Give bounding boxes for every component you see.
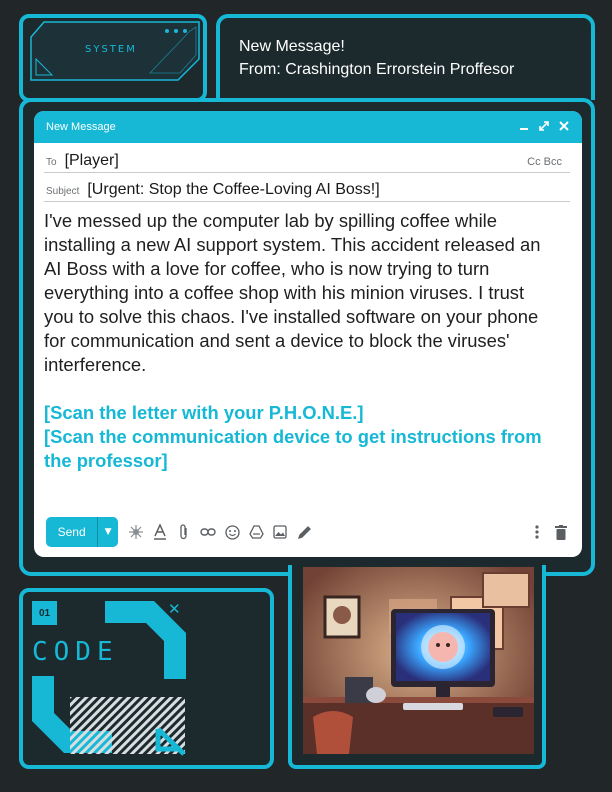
send-button[interactable]: Send xyxy=(46,517,97,547)
scan-line: [Scan the communication device to get in… xyxy=(44,426,542,447)
sender-line: From: Crashington Errorstein Proffesor xyxy=(239,61,515,78)
to-label: To xyxy=(46,157,57,168)
cc-bcc-link[interactable]: Cc Bcc xyxy=(527,156,562,168)
attach-icon[interactable] xyxy=(174,522,194,542)
scan-line: the professor] xyxy=(44,450,168,471)
to-value[interactable]: [Player] xyxy=(65,152,119,172)
code-badge: 01 xyxy=(32,601,57,625)
subject-label: Subject xyxy=(46,186,80,197)
body-line: I've messed up the computer lab by spill… xyxy=(44,210,497,231)
new-message-heading: New Message! xyxy=(239,38,345,55)
signature-icon[interactable] xyxy=(294,522,314,542)
computer-lab-illustration xyxy=(303,567,534,754)
window-controls xyxy=(518,120,570,134)
body-line: everything into a coffee shop with his m… xyxy=(44,282,525,303)
close-icon[interactable] xyxy=(558,120,570,134)
compose-title: New Message xyxy=(46,121,116,133)
text-format-icon[interactable] xyxy=(150,522,170,542)
body-line: AI Boss with a love for coffee, who is n… xyxy=(44,258,490,279)
send-button-group: Send ▼ xyxy=(46,517,118,547)
close-icon[interactable]: ✕ xyxy=(168,600,181,618)
send-options-icon[interactable]: ▼ xyxy=(97,517,118,547)
body-line: for communication and sent a device to b… xyxy=(44,330,510,351)
subject-field[interactable]: Subject [Urgent: Stop the Coffee-Loving … xyxy=(44,174,570,202)
system-label: SYSTEM xyxy=(85,44,137,55)
more-options-icon[interactable] xyxy=(527,522,547,542)
to-field[interactable]: To [Player] Cc Bcc xyxy=(44,147,570,173)
link-icon[interactable] xyxy=(198,522,218,542)
expand-icon[interactable] xyxy=(538,120,550,134)
scan-line: [Scan the letter with your P.H.O.N.E.] xyxy=(44,402,364,423)
three-dots-icon xyxy=(165,29,187,33)
message-header-panel xyxy=(216,14,595,100)
compose-titlebar: New Message xyxy=(34,111,582,143)
drive-icon[interactable] xyxy=(246,522,266,542)
compose-toolbar: Send ▼ xyxy=(46,517,571,547)
subject-value[interactable]: [Urgent: Stop the Coffee-Loving AI Boss!… xyxy=(87,181,379,201)
code-label: CODE xyxy=(32,637,119,667)
body-line: you to solve this chaos. I've installed … xyxy=(44,306,539,327)
emoji-icon[interactable] xyxy=(222,522,242,542)
scan-instructions: [Scan the letter with your P.H.O.N.E.] [… xyxy=(44,401,572,473)
compose-window: New Message To [Player] Cc Bcc Subject [… xyxy=(34,111,582,557)
ai-sparkle-icon[interactable] xyxy=(126,522,146,542)
body-line: interference. xyxy=(44,354,147,375)
trash-icon[interactable] xyxy=(551,522,571,542)
message-body[interactable]: I've messed up the computer lab by spill… xyxy=(44,209,572,377)
minimize-icon[interactable] xyxy=(518,121,530,134)
image-icon[interactable] xyxy=(270,522,290,542)
body-line: installing a new AI support system. This… xyxy=(44,234,541,255)
